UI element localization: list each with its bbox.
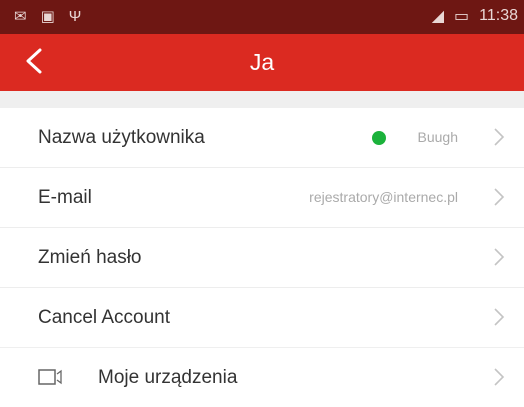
my-devices-row[interactable]: Moje urządzenia [0, 348, 524, 407]
app-header: Ja [0, 34, 524, 91]
battery-icon: ▭ [454, 8, 470, 25]
username-value: Buugh [417, 129, 458, 145]
email-row[interactable]: E-mail rejestratory@internec.pl [0, 168, 524, 228]
devices-list: Moje urządzenia [0, 348, 524, 407]
usb-icon: Ψ [68, 8, 82, 25]
signal-icon: ◢ [431, 8, 445, 25]
page-title: Ja [249, 49, 275, 75]
status-time: 11:38 [479, 7, 518, 24]
change-password-label: Zmień hasło [38, 247, 142, 268]
cancel-account-row[interactable]: Cancel Account [0, 288, 524, 347]
email-label: E-mail [38, 187, 92, 208]
account-list: Nazwa użytkownika Buugh E-mail rejestrat… [0, 108, 524, 347]
chevron-right-icon [494, 368, 505, 386]
image-icon: ▣ [40, 8, 55, 25]
chevron-right-icon [494, 188, 505, 206]
my-devices-label: Moje urządzenia [98, 367, 238, 388]
chevron-right-icon [494, 128, 505, 146]
chevron-right-icon [494, 308, 505, 326]
camera-icon [38, 369, 62, 385]
username-label: Nazwa użytkownika [38, 127, 205, 148]
email-value: rejestratory@internec.pl [309, 189, 458, 205]
chevron-right-icon [494, 248, 505, 266]
mail-icon: ✉ [14, 8, 27, 25]
cancel-account-label: Cancel Account [38, 307, 171, 328]
change-password-row[interactable]: Zmień hasło [0, 228, 524, 288]
online-status-dot [372, 131, 386, 145]
status-bar: ✉ ▣ Ψ ◢ ▭ 11:38 [0, 0, 524, 34]
username-row[interactable]: Nazwa użytkownika Buugh [0, 108, 524, 168]
